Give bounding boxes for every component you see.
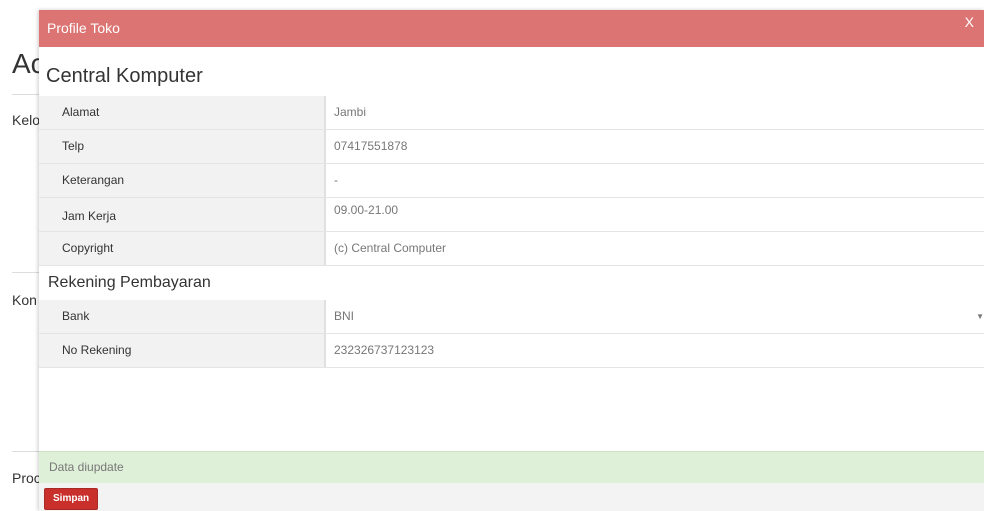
row-label: Alamat: [39, 96, 326, 129]
table-row: Copyright (c) Central Computer: [39, 232, 984, 266]
row-label: Keterangan: [39, 164, 326, 197]
payment-table: Bank BNI ▼ No Rekening 232326737123123: [39, 300, 984, 368]
table-row: Telp 07417551878: [39, 130, 984, 164]
account-number-field[interactable]: 232326737123123: [334, 334, 434, 367]
profile-table: Alamat Jambi Telp 07417551878 Keterangan…: [39, 96, 984, 266]
payment-section-title: Rekening Pembayaran: [48, 274, 211, 291]
row-label: Jam Kerja: [39, 198, 326, 231]
modal-title: Profile Toko: [47, 20, 120, 36]
working-hours-field[interactable]: 09.00-21.00: [334, 200, 398, 220]
table-row: Jam Kerja 09.00-21.00: [39, 198, 984, 232]
row-label: Telp: [39, 130, 326, 163]
save-button[interactable]: Simpan: [44, 488, 99, 510]
modal-footer: Simpan: [39, 483, 984, 511]
shop-name: Central Komputer: [46, 65, 203, 87]
table-row: No Rekening 232326737123123: [39, 334, 984, 368]
table-row: Keterangan -: [39, 164, 984, 198]
section-label: Kon: [12, 292, 37, 308]
chevron-down-icon[interactable]: ▼: [976, 312, 984, 321]
table-row: Alamat Jambi: [39, 96, 984, 130]
success-alert: Data diupdate: [39, 451, 984, 483]
phone-field[interactable]: 07417551878: [334, 130, 407, 163]
profile-modal: Profile Toko X Central Komputer Alamat J…: [39, 10, 984, 511]
description-field[interactable]: -: [334, 164, 338, 197]
row-label: Copyright: [39, 232, 326, 265]
copyright-field[interactable]: (c) Central Computer: [334, 232, 446, 265]
table-row: Bank BNI ▼: [39, 300, 984, 334]
section-label: Proc: [12, 470, 41, 486]
row-label: No Rekening: [39, 334, 326, 367]
address-field[interactable]: Jambi: [334, 96, 366, 129]
modal-header: Profile Toko X: [39, 10, 984, 47]
bank-select[interactable]: BNI: [334, 300, 354, 333]
section-label: Kelo: [12, 112, 41, 128]
row-label: Bank: [39, 300, 326, 333]
close-button[interactable]: X: [965, 14, 974, 30]
